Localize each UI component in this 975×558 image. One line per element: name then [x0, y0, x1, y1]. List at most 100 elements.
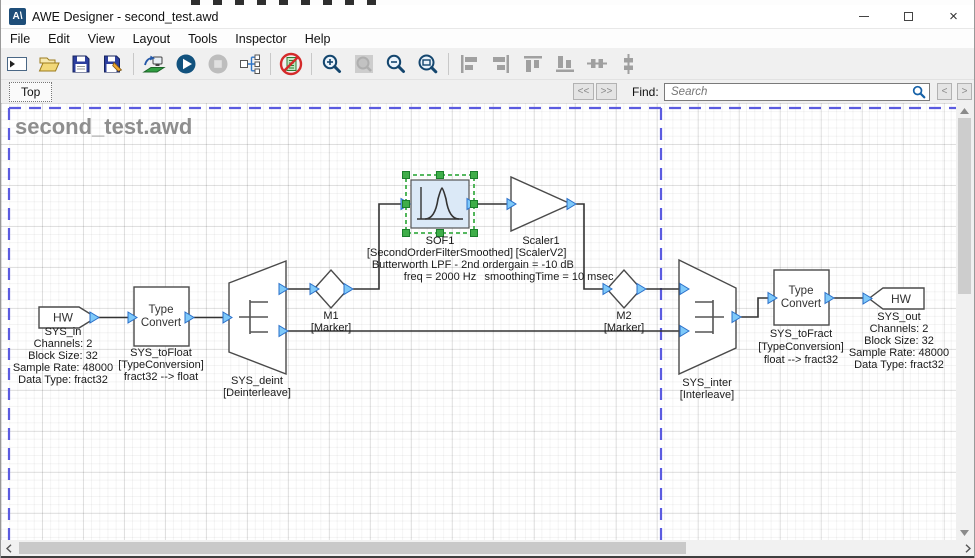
scroll-right-arrow[interactable] — [960, 540, 975, 556]
play-button[interactable] — [171, 50, 201, 78]
awe-designer-window: A\ AWE Designer - second_test.awd × File… — [0, 0, 975, 558]
menu-inspector[interactable]: Inspector — [226, 30, 295, 48]
align-bottom-icon — [553, 52, 577, 76]
svg-text:Channels: 2: Channels: 2 — [34, 338, 93, 350]
svg-text:SYS_toFloat: SYS_toFloat — [130, 347, 192, 359]
align-bottom-button[interactable] — [550, 50, 580, 78]
page-prev-button[interactable]: < — [937, 83, 952, 100]
align-left-button[interactable] — [454, 50, 484, 78]
minimize-icon — [859, 16, 869, 17]
toolbar-separator — [270, 53, 271, 75]
menu-layout[interactable]: Layout — [124, 30, 180, 48]
open-button[interactable] — [34, 50, 64, 78]
block-caption-sys-in: SYS_in Channels: 2 Block Size: 32 Sample… — [13, 326, 113, 386]
design-canvas[interactable]: second_test.awd HW SYS_in — [1, 103, 956, 540]
svg-text:freq = 2000 Hz: freq = 2000 Hz — [404, 271, 476, 283]
svg-text:gain = -10 dB: gain = -10 dB — [508, 259, 574, 271]
block-sys-in[interactable]: HW — [39, 307, 99, 328]
scroll-up-arrow[interactable] — [956, 103, 973, 118]
svg-text:float --> fract32: float --> fract32 — [764, 354, 838, 366]
svg-text:fract32 --> float: fract32 --> float — [124, 371, 198, 383]
save-button[interactable] — [66, 50, 96, 78]
new-button[interactable] — [2, 50, 32, 78]
menu-view[interactable]: View — [79, 30, 124, 48]
align-top-icon — [521, 52, 545, 76]
svg-text:Butterworth LPF - 2nd order: Butterworth LPF - 2nd order — [372, 259, 509, 271]
window-title: AWE Designer - second_test.awd — [32, 10, 218, 24]
block-label: Convert — [141, 317, 182, 329]
new-icon — [5, 52, 29, 76]
title-bar[interactable]: A\ AWE Designer - second_test.awd × — [1, 5, 975, 29]
block-caption-sys-inter: SYS_inter [Interleave] — [680, 377, 734, 401]
svg-text:Sample Rate: 48000: Sample Rate: 48000 — [13, 362, 113, 374]
close-button[interactable]: × — [931, 5, 975, 28]
tab-bar: Top << >> Find: < > — [1, 80, 975, 103]
horizontal-scrollbar[interactable] — [1, 540, 975, 556]
page-next-button[interactable]: > — [957, 83, 972, 100]
input-pin[interactable] — [863, 293, 872, 304]
distribute-horizontal-icon — [585, 52, 609, 76]
output-pin[interactable] — [567, 199, 576, 210]
zoom-out-icon — [384, 52, 408, 76]
menu-tools[interactable]: Tools — [179, 30, 226, 48]
profiling-disabled-button[interactable] — [276, 50, 306, 78]
zoom-in-button[interactable] — [317, 50, 347, 78]
open-icon — [37, 52, 61, 76]
build-and-run-button[interactable] — [139, 50, 169, 78]
svg-text:[TypeConversion]: [TypeConversion] — [118, 359, 204, 371]
output-pin[interactable] — [90, 312, 99, 323]
profiling-disabled-icon — [279, 52, 303, 76]
scroll-down-arrow[interactable] — [956, 525, 973, 540]
block-sof1[interactable] — [401, 172, 478, 237]
svg-text:[SecondOrderFilterSmoothed]: [SecondOrderFilterSmoothed] — [367, 247, 513, 259]
close-icon: × — [949, 9, 958, 24]
output-pin[interactable] — [637, 284, 646, 295]
distribute-vertical-button[interactable] — [614, 50, 644, 78]
block-scaler1[interactable] — [507, 177, 576, 231]
distribute-vertical-icon — [617, 52, 641, 76]
history-forward-button[interactable]: >> — [596, 83, 617, 100]
svg-text:[TypeConversion]: [TypeConversion] — [758, 341, 844, 353]
block-m1[interactable] — [310, 270, 353, 308]
output-pin[interactable] — [344, 284, 353, 295]
block-sys-out[interactable]: HW — [863, 288, 924, 309]
block-sys-inter[interactable] — [679, 260, 741, 374]
distribute-horizontal-button[interactable] — [582, 50, 612, 78]
propagate-changes-button[interactable] — [235, 50, 265, 78]
vertical-scrollbar[interactable] — [956, 103, 975, 540]
wire-inter-toFract[interactable] — [741, 298, 769, 317]
zoom-all-button[interactable] — [413, 50, 443, 78]
horizontal-scroll-thumb[interactable] — [19, 542, 686, 554]
align-top-button[interactable] — [518, 50, 548, 78]
vertical-scroll-thumb[interactable] — [958, 118, 971, 294]
search-icon[interactable] — [912, 85, 926, 99]
maximize-button[interactable] — [886, 5, 931, 28]
history-back-button[interactable]: << — [573, 83, 594, 100]
block-sys-toFract[interactable]: Type Convert — [768, 270, 834, 325]
svg-text:smoothingTime = 10 msec: smoothingTime = 10 msec — [485, 271, 614, 283]
block-caption-sys-deint: SYS_deint [Deinterleave] — [223, 375, 291, 399]
svg-text:Sample Rate: 48000: Sample Rate: 48000 — [849, 347, 949, 359]
minimize-button[interactable] — [841, 5, 886, 28]
block-sys-deint[interactable] — [223, 261, 288, 374]
menu-file[interactable]: File — [1, 30, 39, 48]
scroll-left-arrow[interactable] — [1, 540, 17, 556]
toolbar-separator — [448, 53, 449, 75]
align-right-button[interactable] — [486, 50, 516, 78]
svg-text:SOF1: SOF1 — [426, 235, 455, 247]
search-input[interactable] — [664, 83, 930, 101]
align-left-icon — [457, 52, 481, 76]
svg-text:[Marker]: [Marker] — [311, 322, 351, 334]
menu-edit[interactable]: Edit — [39, 30, 79, 48]
save-as-button[interactable] — [98, 50, 128, 78]
stop-button[interactable] — [203, 50, 233, 78]
signal-flow-diagram: second_test.awd HW SYS_in — [1, 103, 956, 540]
tab-top[interactable]: Top — [9, 82, 52, 102]
zoom-region-button[interactable] — [349, 50, 379, 78]
play-icon — [174, 52, 198, 76]
block-caption-sys-toFloat: SYS_toFloat [TypeConversion] fract32 -->… — [118, 347, 204, 383]
zoom-out-button[interactable] — [381, 50, 411, 78]
menu-help[interactable]: Help — [296, 30, 340, 48]
block-sys-toFloat[interactable]: Type Convert — [128, 287, 194, 346]
align-right-icon — [489, 52, 513, 76]
